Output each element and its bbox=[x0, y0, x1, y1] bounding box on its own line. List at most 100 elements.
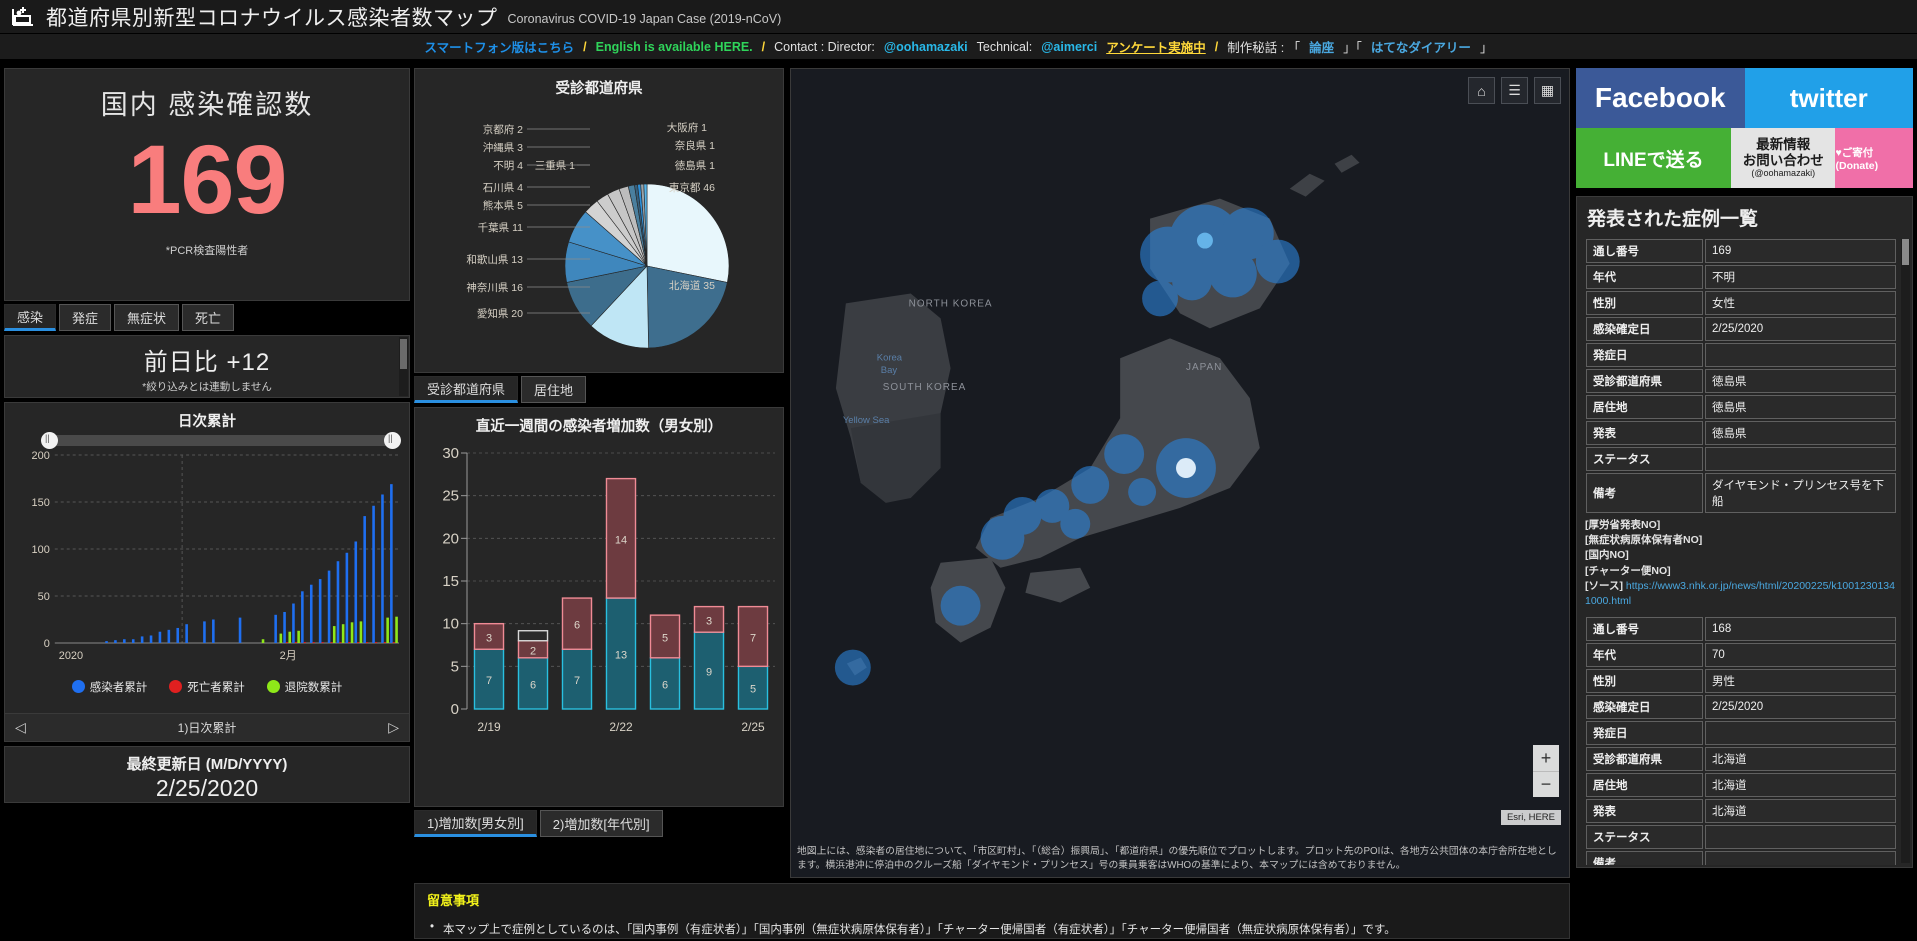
nav-hatena-link[interactable]: はてなダイアリー bbox=[1371, 37, 1471, 56]
info-main-label: 最新情報 bbox=[1756, 137, 1811, 153]
kpi-value: 169 bbox=[127, 125, 288, 234]
last-update-date: 2/25/2020 bbox=[155, 775, 259, 801]
case-field-value: 北海道 bbox=[1705, 799, 1896, 824]
footer-note-item: 本マップ上で症例としているのは、「国内事例（有症状者）」「国内事例（無症状病原体… bbox=[427, 921, 1557, 937]
svg-text:6: 6 bbox=[574, 620, 580, 632]
daily-chart-title: 日次累計 bbox=[178, 414, 236, 430]
svg-text:150: 150 bbox=[32, 497, 50, 509]
svg-text:2020: 2020 bbox=[59, 650, 83, 662]
tab-residence[interactable]: 居住地 bbox=[521, 376, 587, 403]
last-update-title: 最終更新日 (M/D/YYYY) bbox=[126, 756, 288, 773]
pie-tabs: 受診都道府県 居住地 bbox=[414, 376, 784, 403]
kpi-title: 国内 感染確認数 bbox=[100, 90, 314, 120]
svg-text:6: 6 bbox=[662, 679, 668, 691]
table-row: 備考 bbox=[1586, 851, 1896, 865]
tab-onset[interactable]: 発症 bbox=[59, 304, 112, 331]
list-icon[interactable]: ☰ bbox=[1501, 77, 1528, 104]
case-field-key: 発症日 bbox=[1586, 343, 1704, 367]
map-attribution: Esri, HERE bbox=[1500, 810, 1561, 825]
donate-button[interactable]: ♥ご寄付 (Donate) bbox=[1835, 128, 1913, 188]
svg-text:6: 6 bbox=[530, 679, 536, 691]
tab-increase-gender[interactable]: 1)増加数[男女別] bbox=[414, 810, 537, 837]
facebook-button[interactable]: Facebook bbox=[1576, 68, 1745, 128]
svg-text:2: 2 bbox=[530, 645, 536, 657]
pie-label: 神奈川県 16 bbox=[466, 281, 523, 294]
tab-increase-age[interactable]: 2)増加数[年代別] bbox=[539, 810, 663, 837]
case-field-key: 性別 bbox=[1586, 669, 1704, 694]
table-row: ステータス bbox=[1586, 825, 1896, 850]
case-field-value: 2/25/2020 bbox=[1705, 317, 1896, 341]
left-column: 国内 感染確認数 169 *PCR検査陽性者 感染 発症 無症状 死亡 前日比 … bbox=[4, 68, 410, 803]
case-field-value: 70 bbox=[1705, 643, 1896, 668]
pie-slice[interactable] bbox=[646, 183, 730, 283]
map-toolbar: ⌂ ☰ ▦ bbox=[1468, 77, 1561, 104]
pager-next-icon[interactable]: ▷ bbox=[388, 719, 399, 736]
case-field-key: 発症日 bbox=[1586, 721, 1704, 746]
nav-smartphone-link[interactable]: スマートフォン版はこちら bbox=[425, 37, 575, 56]
nav-survey-link[interactable]: アンケート実施中 bbox=[1106, 37, 1206, 56]
pie-label: 京都府 2 bbox=[483, 123, 523, 136]
japan-case-map[interactable]: NORTH KOREA SOUTH KOREA JAPAN Korea Bay … bbox=[790, 68, 1570, 878]
layers-icon[interactable]: ▦ bbox=[1534, 77, 1561, 104]
home-icon[interactable]: ⌂ bbox=[1468, 77, 1495, 104]
tab-visited-prefecture[interactable]: 受診都道府県 bbox=[414, 376, 519, 403]
table-row: 通し番号 168 bbox=[1586, 617, 1896, 642]
case-field-value: 168 bbox=[1705, 617, 1896, 642]
previous-day-scrollbar[interactable] bbox=[399, 337, 408, 396]
case-field-key: 性別 bbox=[1586, 291, 1704, 315]
nav-contact-label: Contact : Director: bbox=[774, 39, 875, 54]
case-source-link[interactable]: https://www3.nhk.or.jp/news/html/2020022… bbox=[1585, 580, 1895, 607]
table-row: 発症日 bbox=[1586, 721, 1896, 746]
pie-label: 三重県 1 bbox=[535, 159, 575, 172]
pie-label: 東京都 46 bbox=[669, 181, 715, 194]
case-field-key: ステータス bbox=[1586, 447, 1704, 471]
svg-text:25: 25 bbox=[442, 488, 459, 505]
svg-text:14: 14 bbox=[615, 534, 627, 546]
map-zoom-controls: + − bbox=[1533, 745, 1559, 797]
tab-asymptomatic[interactable]: 無症状 bbox=[114, 304, 180, 331]
nav-english-link[interactable]: English is available HERE. bbox=[596, 40, 753, 54]
tab-infected[interactable]: 感染 bbox=[4, 304, 57, 331]
zoom-out-button[interactable]: − bbox=[1533, 771, 1559, 797]
svg-text:13: 13 bbox=[615, 650, 627, 662]
case-field-value bbox=[1705, 851, 1896, 865]
case-list-scrollbar[interactable] bbox=[1901, 239, 1910, 863]
case-field-key: 受診都道府県 bbox=[1586, 369, 1704, 393]
tab-deaths[interactable]: 死亡 bbox=[182, 304, 235, 331]
case-field-key: 通し番号 bbox=[1586, 239, 1704, 263]
nav-separator-1: / bbox=[583, 39, 587, 54]
case-field-value bbox=[1705, 343, 1896, 367]
table-row: 感染確定日 2/25/2020 bbox=[1586, 695, 1896, 720]
nav-making-end: 」 bbox=[1479, 41, 1493, 55]
line-share-button[interactable]: LINEで送る bbox=[1576, 128, 1732, 188]
twitter-button[interactable]: twitter bbox=[1744, 68, 1913, 128]
pie-label: 大阪府 1 bbox=[667, 121, 707, 134]
nav-ronza-link[interactable]: 論座 bbox=[1309, 37, 1334, 56]
bar-segment-unknown[interactable] bbox=[517, 630, 549, 642]
zoom-in-button[interactable]: + bbox=[1533, 745, 1559, 771]
nav-director-handle[interactable]: @oohamazaki bbox=[884, 40, 968, 54]
svg-text:15: 15 bbox=[442, 573, 459, 590]
svg-text:50: 50 bbox=[38, 591, 50, 603]
table-row: 感染確定日 2/25/2020 bbox=[1586, 317, 1896, 341]
dashboard-body: 国内 感染確認数 169 *PCR検査陽性者 感染 発症 無症状 死亡 前日比 … bbox=[0, 63, 1917, 941]
case-field-key: 発表 bbox=[1586, 421, 1704, 445]
info-contact-button[interactable]: 最新情報 お問い合わせ (@oohamazaki) bbox=[1731, 128, 1836, 188]
kpi-card: 国内 感染確認数 169 *PCR検査陽性者 bbox=[4, 68, 410, 301]
page-title: 都道府県別新型コロナウイルス感染者数マップ bbox=[46, 6, 498, 30]
case-field-key: 通し番号 bbox=[1586, 617, 1704, 642]
daily-range-slider[interactable] bbox=[41, 432, 401, 449]
case-field-value: 男性 bbox=[1705, 669, 1896, 694]
case-field-value bbox=[1705, 721, 1896, 746]
pager-prev-icon[interactable]: ◁ bbox=[15, 719, 26, 736]
svg-text:5: 5 bbox=[451, 658, 459, 675]
prefecture-pie-chart: 京都府 2 沖縄県 3 不明 4 三重県 1 石川県 4 熊本県 5 千葉県 11 和歌山県 … bbox=[415, 91, 785, 371]
svg-text:7: 7 bbox=[750, 632, 756, 644]
middle-column: 受診都道府県 京都府 2 沖縄県 3 不明 4 三重県 1 石川県 4 熊本県 5 千葉県 … bbox=[414, 68, 784, 837]
svg-text:10: 10 bbox=[442, 616, 459, 633]
nav-technical-handle[interactable]: @aimerci bbox=[1041, 40, 1097, 54]
svg-text:9: 9 bbox=[706, 667, 712, 679]
case-field-value: 2/25/2020 bbox=[1705, 695, 1896, 720]
case-list-title: 発表された症例一覧 bbox=[1587, 209, 1759, 230]
info-sub-label: お問い合わせ bbox=[1742, 152, 1824, 168]
